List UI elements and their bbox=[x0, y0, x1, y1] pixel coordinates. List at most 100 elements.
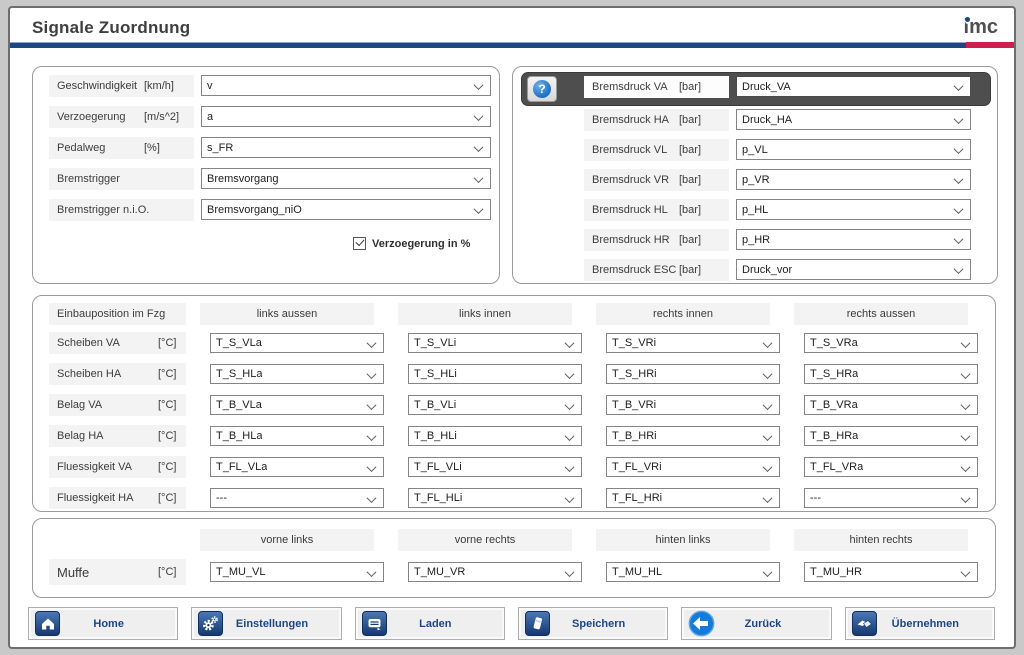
matrix-combobox-3-1[interactable]: T_B_HLi bbox=[408, 426, 582, 446]
help-button[interactable]: ? bbox=[527, 76, 557, 102]
field-label: Pedalweg bbox=[57, 142, 144, 154]
back-icon bbox=[688, 610, 715, 637]
home-button-label: Home bbox=[60, 618, 177, 630]
matrix-combobox-0-3[interactable]: T_S_VRa bbox=[804, 333, 978, 353]
matrix-combobox-4-3[interactable]: T_FL_VRa bbox=[804, 457, 978, 477]
verzoegerung-checkbox-label: Verzoegerung in % bbox=[372, 238, 470, 250]
combobox-value: T_MU_VR bbox=[414, 566, 465, 578]
combobox-value: T_FL_VRa bbox=[810, 461, 863, 473]
bremsdruck-combobox-3[interactable]: p_VR bbox=[736, 169, 971, 190]
field-label-box: Bremsdruck HA [bar] bbox=[584, 109, 729, 131]
field-unit: [km/h] bbox=[144, 80, 194, 92]
signal-combobox-0[interactable]: v bbox=[201, 75, 491, 96]
apply-button[interactable]: Übernehmen bbox=[845, 607, 995, 640]
matrix-combobox-5-1[interactable]: T_FL_HLi bbox=[408, 488, 582, 508]
matrix-combobox-2-2[interactable]: T_B_VRi bbox=[606, 395, 780, 415]
bremsdruck-row-0: Bremsdruck VA [bar] Druck_VA bbox=[584, 76, 997, 98]
matrix-combobox-5-2[interactable]: T_FL_HRi bbox=[606, 488, 780, 508]
matrix-combobox-0-0[interactable]: T_S_VLa bbox=[210, 333, 384, 353]
combobox-value: T_FL_HRi bbox=[612, 492, 662, 504]
matrix-rows: Scheiben VA [°C] T_S_VLa T_S_VLi T_S_VRi… bbox=[33, 332, 995, 509]
matrix-row-label-box: Scheiben HA [°C] bbox=[49, 363, 186, 385]
chevron-down-icon bbox=[367, 431, 377, 441]
matrix-combobox-2-1[interactable]: T_B_VLi bbox=[408, 395, 582, 415]
verzoegerung-checkbox[interactable] bbox=[353, 237, 366, 250]
matrix-combobox-3-3[interactable]: T_B_HRa bbox=[804, 426, 978, 446]
bremsdruck-combobox-5[interactable]: p_HR bbox=[736, 229, 971, 250]
muffe-combobox-1[interactable]: T_MU_VR bbox=[408, 562, 582, 582]
bremsdruck-combobox-2[interactable]: p_VL bbox=[736, 139, 971, 160]
bremsdruck-combobox-4[interactable]: p_HL bbox=[736, 199, 971, 220]
field-label-box: Pedalweg [%] bbox=[49, 137, 194, 159]
matrix-combobox-0-1[interactable]: T_S_VLi bbox=[408, 333, 582, 353]
load-button[interactable]: Laden bbox=[355, 607, 505, 640]
chevron-down-icon bbox=[367, 338, 377, 348]
back-button[interactable]: Zurück bbox=[681, 607, 831, 640]
matrix-combobox-2-3[interactable]: T_B_VRa bbox=[804, 395, 978, 415]
matrix-combobox-4-1[interactable]: T_FL_VLi bbox=[408, 457, 582, 477]
muffe-combobox-0[interactable]: T_MU_VL bbox=[210, 562, 384, 582]
bremsdruck-row-2: Bremsdruck VL [bar] p_VL bbox=[584, 139, 997, 161]
matrix-row-label-box: Scheiben VA [°C] bbox=[49, 332, 186, 354]
save-button[interactable]: Speichern bbox=[518, 607, 668, 640]
field-label-box: Geschwindigkeit [km/h] bbox=[49, 75, 194, 97]
muffe-combobox-2[interactable]: T_MU_HL bbox=[606, 562, 780, 582]
combobox-value: --- bbox=[810, 492, 821, 504]
bremsdruck-combobox-1[interactable]: Druck_HA bbox=[736, 109, 971, 130]
bremsdruck-row-1: Bremsdruck HA [bar] Druck_HA bbox=[584, 109, 997, 131]
apply-icon bbox=[852, 611, 877, 636]
matrix-combobox-5-0[interactable]: --- bbox=[210, 488, 384, 508]
home-button[interactable]: Home bbox=[28, 607, 178, 640]
combobox-value: T_B_VRa bbox=[810, 399, 858, 411]
combobox-value: T_S_VLa bbox=[216, 337, 262, 349]
muffe-column-header-0: vorne links bbox=[200, 529, 374, 551]
matrix-combobox-1-1[interactable]: T_S_HLi bbox=[408, 364, 582, 384]
brake-pressure-remaining-rows: Bremsdruck HA [bar] Druck_HA Bremsdruck … bbox=[584, 109, 997, 281]
muffe-combobox-3[interactable]: T_MU_HR bbox=[804, 562, 978, 582]
combobox-value: T_FL_VLi bbox=[414, 461, 462, 473]
matrix-combobox-3-0[interactable]: T_B_HLa bbox=[210, 426, 384, 446]
panel-general-signals: Geschwindigkeit [km/h] v Verzoegerung [m… bbox=[32, 66, 500, 284]
matrix-combobox-4-2[interactable]: T_FL_VRi bbox=[606, 457, 780, 477]
matrix-row-0: Scheiben VA [°C] T_S_VLa T_S_VLi T_S_VRi… bbox=[33, 332, 995, 354]
field-label-box: Bremsdruck VL [bar] bbox=[584, 139, 729, 161]
chevron-down-icon bbox=[954, 264, 964, 274]
matrix-combobox-0-2[interactable]: T_S_VRi bbox=[606, 333, 780, 353]
matrix-row-label-box: Fluessigkeit HA [°C] bbox=[49, 487, 186, 509]
combobox-value: a bbox=[207, 111, 213, 123]
combobox-value: T_FL_VLa bbox=[216, 461, 267, 473]
matrix-combobox-1-3[interactable]: T_S_HRa bbox=[804, 364, 978, 384]
home-icon bbox=[35, 611, 60, 636]
gear-icon bbox=[198, 611, 223, 636]
matrix-combobox-3-2[interactable]: T_B_HRi bbox=[606, 426, 780, 446]
combobox-value: T_S_HRa bbox=[810, 368, 858, 380]
chevron-down-icon bbox=[954, 114, 964, 124]
combobox-value: Druck_VA bbox=[742, 81, 791, 93]
combobox-value: T_FL_HLi bbox=[414, 492, 462, 504]
combobox-value: --- bbox=[216, 492, 227, 504]
bremsdruck-combobox-0[interactable]: Druck_VA bbox=[736, 76, 971, 97]
bremsdruck-combobox-6[interactable]: Druck_vor bbox=[736, 259, 971, 280]
matrix-combobox-5-3[interactable]: --- bbox=[804, 488, 978, 508]
signal-combobox-2[interactable]: s_FR bbox=[201, 137, 491, 158]
matrix-row-3: Belag HA [°C] T_B_HLa T_B_HLi T_B_HRi T_… bbox=[33, 425, 995, 447]
matrix-row-label: Belag VA bbox=[57, 399, 158, 411]
matrix-combobox-1-0[interactable]: T_S_HLa bbox=[210, 364, 384, 384]
back-button-label: Zurück bbox=[715, 618, 830, 630]
signal-combobox-3[interactable]: Bremsvorgang bbox=[201, 168, 491, 189]
matrix-row-label: Fluessigkeit VA bbox=[57, 461, 158, 473]
combobox-value: v bbox=[207, 80, 213, 92]
help-icon: ? bbox=[533, 80, 551, 98]
signal-combobox-4[interactable]: Bremsvorgang_niO bbox=[201, 199, 491, 220]
chevron-down-icon bbox=[954, 204, 964, 214]
signal-combobox-1[interactable]: a bbox=[201, 106, 491, 127]
matrix-combobox-1-2[interactable]: T_S_HRi bbox=[606, 364, 780, 384]
settings-button[interactable]: Einstellungen bbox=[191, 607, 341, 640]
matrix-combobox-4-0[interactable]: T_FL_VLa bbox=[210, 457, 384, 477]
field-row-4: Bremstrigger n.i.O. Bremsvorgang_niO bbox=[49, 199, 499, 221]
field-row-0: Geschwindigkeit [km/h] v bbox=[49, 75, 499, 97]
field-label: Bremsdruck VR bbox=[592, 174, 679, 186]
matrix-combobox-2-0[interactable]: T_B_VLa bbox=[210, 395, 384, 415]
field-label-box: Verzoegerung [m/s^2] bbox=[49, 106, 194, 128]
chevron-down-icon bbox=[961, 493, 971, 503]
